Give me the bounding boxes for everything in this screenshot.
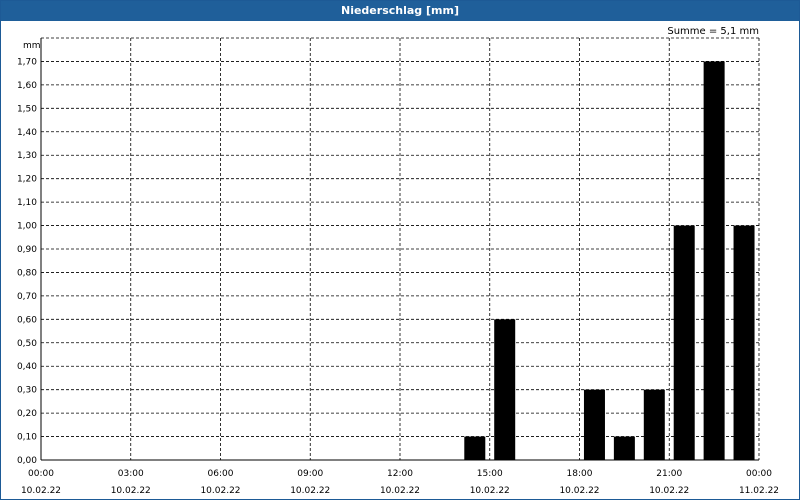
bar (733, 225, 755, 460)
x-tick-date: 10.02.22 (200, 486, 240, 496)
bars (464, 61, 755, 460)
x-tick-time: 06:00 (208, 469, 234, 479)
y-tick-label: 1,50 (17, 104, 37, 114)
x-tick-time: 03:00 (118, 469, 144, 479)
x-tick-time: 09:00 (297, 469, 323, 479)
x-tick-date: 10.02.22 (21, 486, 61, 496)
y-tick-label: 0,70 (17, 292, 37, 302)
y-tick-label: 0,80 (17, 268, 37, 278)
y-tick-label: 0,60 (17, 315, 37, 325)
x-tick-time: 15:00 (477, 469, 503, 479)
x-tick-time: 18:00 (567, 469, 593, 479)
x-tick-time: 00:00 (28, 469, 54, 479)
y-tick-label: 0,20 (17, 409, 37, 419)
y-axis-label: mm (23, 41, 41, 51)
x-tick-date: 10.02.22 (290, 486, 330, 496)
y-tick-label: 1,40 (17, 128, 37, 138)
bar (643, 389, 665, 460)
bar (703, 61, 725, 460)
x-tick-date: 10.02.22 (559, 486, 599, 496)
y-tick-label: 0,10 (17, 433, 37, 443)
bar (673, 225, 695, 460)
y-tick-label: 0,30 (17, 386, 37, 396)
y-tick-label: 1,20 (17, 175, 37, 185)
x-tick-time: 12:00 (387, 469, 413, 479)
bar (583, 389, 605, 460)
bar (464, 436, 486, 460)
y-tick-label: 0,90 (17, 245, 37, 255)
y-tick-label: 1,30 (17, 151, 37, 161)
y-tick-label: 0,40 (17, 362, 37, 372)
bar (613, 436, 635, 460)
y-tick-label: 0,00 (17, 456, 37, 466)
y-tick-label: 1,60 (17, 81, 37, 91)
x-tick-time: 21:00 (656, 469, 682, 479)
x-tick-date: 10.02.22 (111, 486, 151, 496)
y-tick-label: 1,10 (17, 198, 37, 208)
x-tick-date: 10.02.22 (649, 486, 689, 496)
x-tick-date: 10.02.22 (380, 486, 420, 496)
x-tick-date: 10.02.22 (470, 486, 510, 496)
bar (494, 319, 516, 460)
x-tick-date: 11.02.22 (739, 486, 779, 496)
y-tick-label: 0,50 (17, 339, 37, 349)
y-tick-label: 1,00 (17, 222, 37, 232)
precipitation-chart: 0,00 0,10 0,20 0,30 0,40 0,50 0,60 0,70 0,80 0,90… (17, 37, 779, 496)
y-tick-label: 1,70 (17, 57, 37, 67)
x-tick-time: 00:00 (746, 469, 772, 479)
